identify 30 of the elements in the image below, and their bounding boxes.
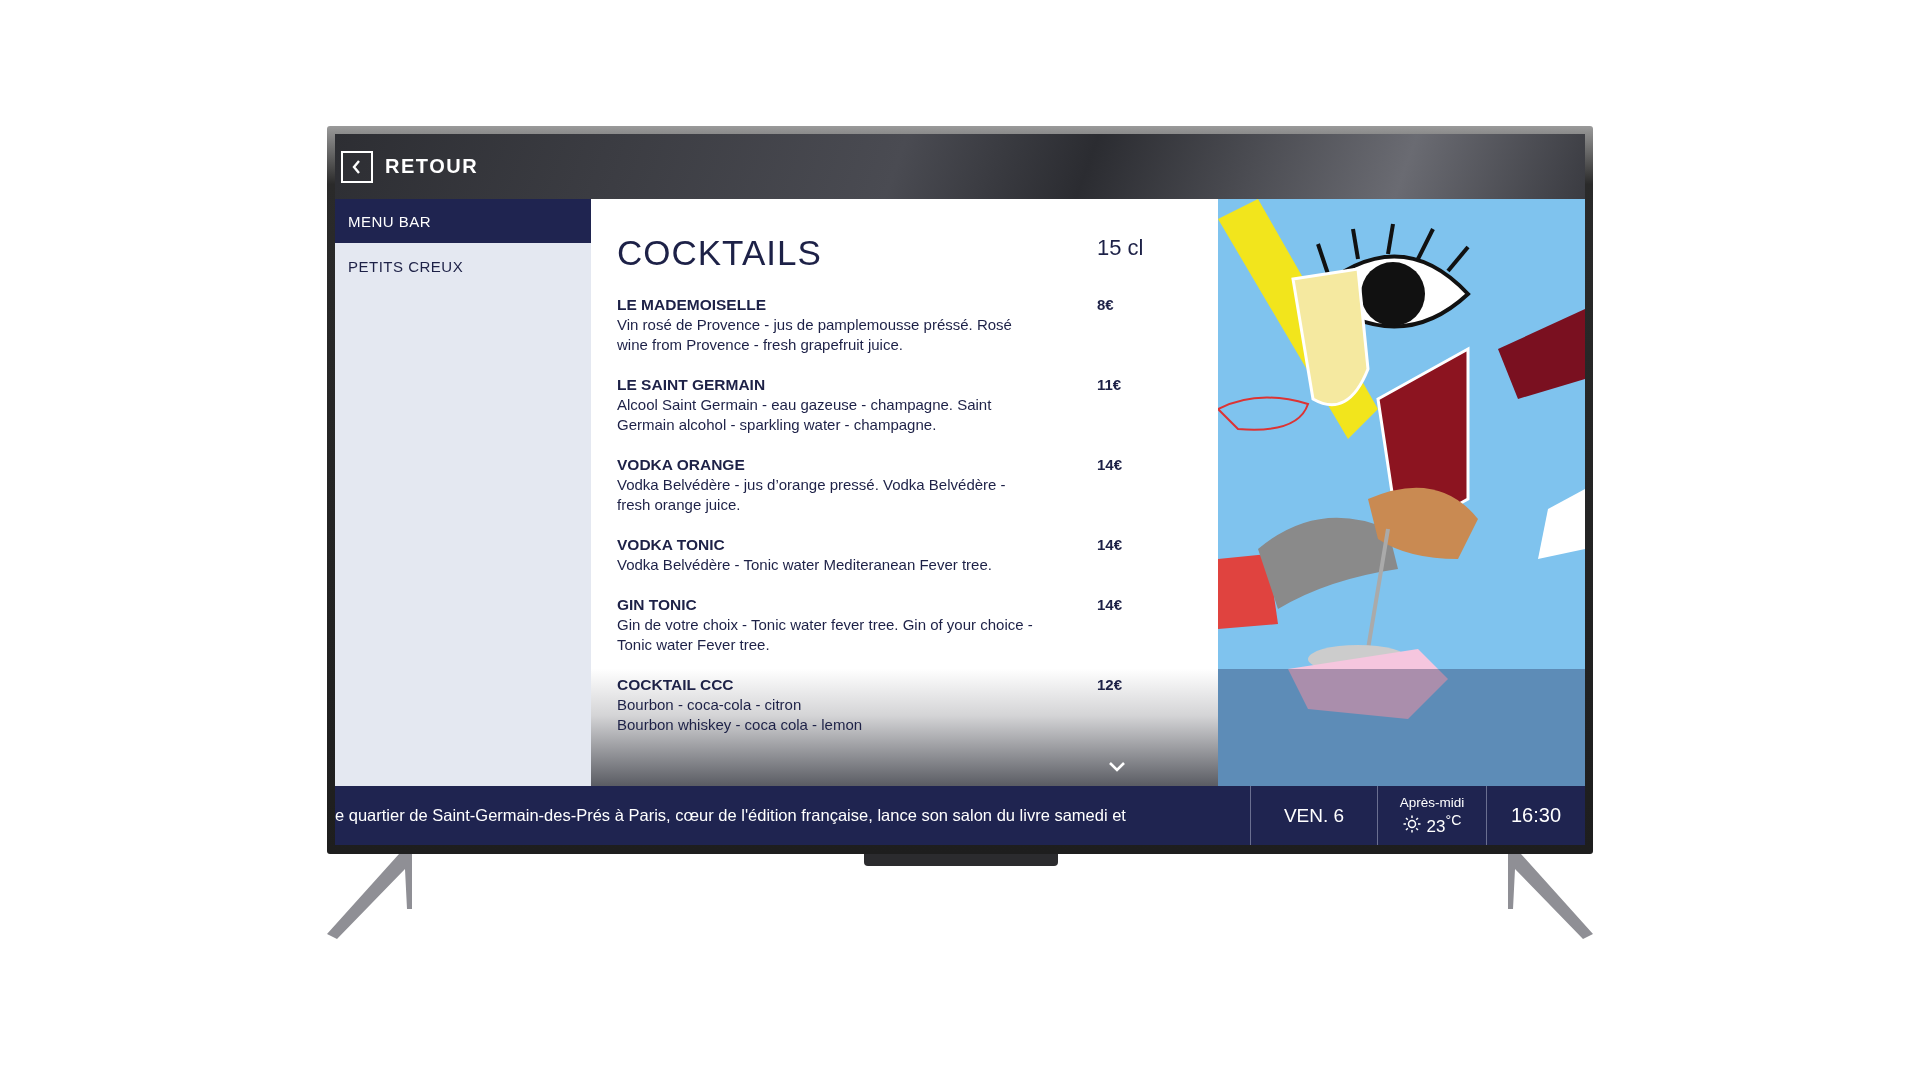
drink-name: COCKTAIL CCC	[617, 675, 735, 695]
sun-icon	[1402, 815, 1421, 833]
drink-name: LE MADEMOISELLE	[617, 295, 767, 315]
drink-name: LE SAINT GERMAIN	[617, 375, 767, 395]
drink-price: 14€	[1097, 535, 1124, 555]
day-period-label: Après-midi	[1399, 794, 1465, 810]
date-label: VEN. 6	[1250, 786, 1377, 845]
drink-price: 14€	[1097, 595, 1124, 615]
drink-description: Gin de votre choix - Tonic water fever tree. Gin of your choice - Tonic water Fever tree.	[617, 615, 1034, 655]
back-button[interactable]: RETOUR	[341, 150, 479, 183]
volume-label: 15 cl	[1097, 234, 1145, 262]
drink-description: Vodka Belvédère - Tonic water Mediteranean Fever tree.	[617, 555, 993, 575]
news-ticker: e quartier de Saint-Germain-des-Prés à Paris, cœur de l'édition française, lance son salon du livre samedi et	[335, 806, 1127, 825]
menu-title: COCKTAILS	[617, 233, 823, 273]
sidebar-item[interactable]: PETITS CREUX	[335, 244, 591, 289]
drink-price: 14€	[1097, 455, 1124, 475]
drink-price: 12€	[1097, 675, 1124, 695]
drink-price: 11€	[1097, 375, 1123, 395]
chevron-down-icon[interactable]	[1108, 761, 1126, 772]
drink-name: VODKA TONIC	[617, 535, 726, 555]
drink-price: 8€	[1097, 295, 1115, 315]
drink-name: GIN TONIC	[617, 595, 698, 615]
drink-description: Vin rosé de Provence - jus de pamplemousse préssé. Rosé wine from Provence - fresh grapefruit juice.	[617, 315, 1013, 355]
clock-label: 16:30	[1486, 786, 1585, 845]
temperature-label: 23$^{°C}$	[1426, 811, 1462, 837]
drink-description: Vodka Belvédère - jus d’orange pressé. Vodka Belvédère - fresh orange juice.	[617, 475, 1007, 515]
sidebar-item[interactable]: MENU BAR	[335, 199, 591, 243]
drink-description: Alcool Saint Germain - eau gazeuse - champagne. Saint Germain alcohol - sparkling water - champagne.	[617, 395, 993, 435]
drink-name: VODKA ORANGE	[617, 455, 746, 475]
drink-description: Bourbon - coca-cola - citron Bourbon whiskey - coca cola - lemon	[617, 695, 864, 735]
